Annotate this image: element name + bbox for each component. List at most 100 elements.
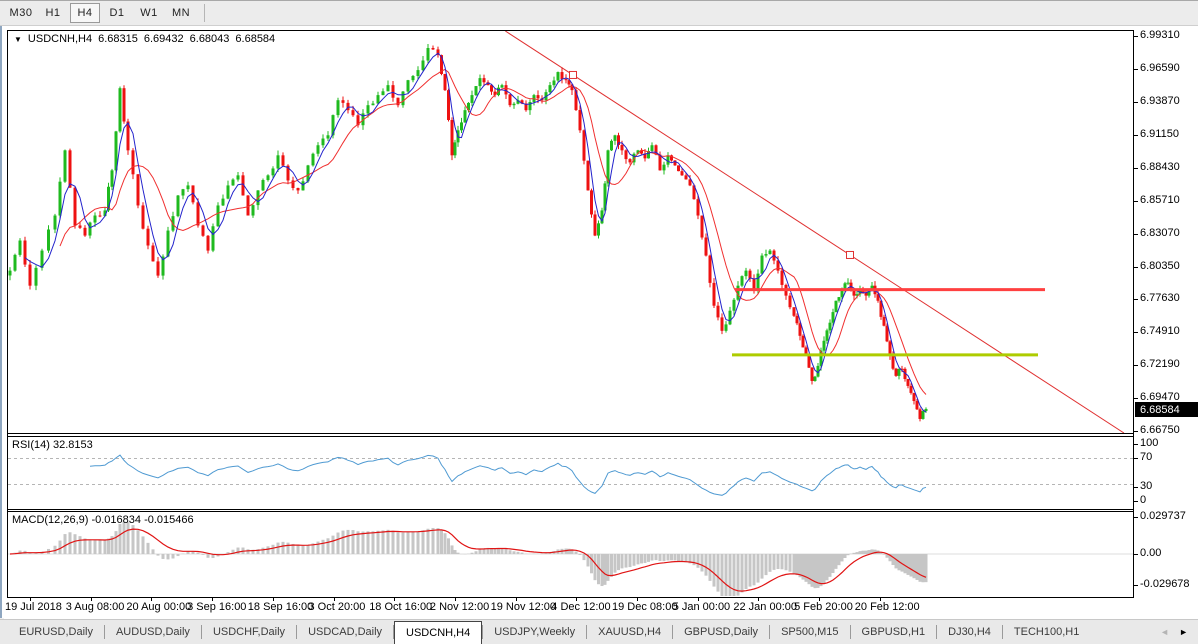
symbol-tab-sp500[interactable]: SP500,M15	[770, 620, 849, 644]
price-axis-label: 6.88430	[1140, 161, 1180, 173]
indicator-axis-tick	[1133, 585, 1138, 586]
price-axis-label: 6.74910	[1140, 325, 1180, 337]
time-axis-label: 4 Dec 12:00	[551, 601, 610, 613]
time-axis-tick	[698, 597, 699, 601]
chart-frame-top	[7, 30, 1134, 31]
chart-dropdown-icon[interactable]: ▼	[14, 35, 22, 44]
ohlc-open: 6.68315	[98, 33, 138, 45]
timeframe-button-h4[interactable]: H4	[70, 3, 100, 23]
tab-scroll-left-icon[interactable]: ◄	[1160, 627, 1169, 637]
time-axis-label: 2 Nov 12:00	[430, 601, 489, 613]
indicator-axis-tick	[1133, 501, 1138, 502]
time-axis-tick	[334, 597, 335, 601]
symbol-tab-usdcnh[interactable]: USDCNH,H4	[394, 621, 482, 644]
symbol-tab-xauusd[interactable]: XAUUSD,H4	[587, 620, 672, 644]
symbol-tab-dj30[interactable]: DJ30,H4	[937, 620, 1002, 644]
symbol-tab-gbpusd[interactable]: GBPUSD,Daily	[673, 620, 769, 644]
time-axis-label: 3 Oct 20:00	[309, 601, 366, 613]
time-axis-tick	[273, 597, 274, 601]
timeframe-button-w1[interactable]: W1	[134, 3, 164, 23]
price-axis-tick	[1133, 234, 1138, 235]
time-axis-label: 19 Jul 2018	[5, 601, 62, 613]
price-axis-label: 6.72190	[1140, 358, 1180, 370]
macd-label: MACD(12,26,9) -0.016834 -0.015466	[12, 514, 194, 526]
rsi-panel[interactable]	[8, 437, 1133, 509]
toolbar-separator	[204, 4, 205, 22]
time-axis-tick	[394, 597, 395, 601]
time-axis-tick	[455, 597, 456, 601]
rsi-label: RSI(14) 32.8153	[12, 439, 93, 451]
symbol-tab-usdchf[interactable]: USDCHF,Daily	[202, 620, 296, 644]
indicator-axis-tick	[1133, 458, 1138, 459]
price-axis-tick	[1133, 102, 1138, 103]
time-axis[interactable]: 19 Jul 20183 Aug 08:0020 Aug 00:003 Sep …	[4, 598, 1134, 619]
time-axis-tick	[91, 597, 92, 601]
price-axis-tick	[1133, 299, 1138, 300]
time-axis-tick	[516, 597, 517, 601]
timeframe-button-m30[interactable]: M30	[6, 3, 36, 23]
symbol-tab-usdcad[interactable]: USDCAD,Daily	[297, 620, 393, 644]
price-axis-label: 6.66750	[1140, 424, 1180, 436]
price-axis-label: 6.83070	[1140, 227, 1180, 239]
timeframe-button-h1[interactable]: H1	[38, 3, 68, 23]
chart-title: ▼ USDCNH,H4 6.68315 6.69432 6.68043 6.68…	[14, 33, 275, 45]
trading-terminal-window: M30H1H4D1W1MN ▼ USDCNH,H4 6.68315 6.6943…	[0, 0, 1198, 644]
indicator-axis-label: 0.00	[1140, 547, 1161, 559]
indicator-axis-label: 70	[1140, 451, 1152, 463]
time-axis-label: 18 Sep 16:00	[248, 601, 313, 613]
time-axis-tick	[576, 597, 577, 601]
price-axis-label: 6.91150	[1140, 128, 1179, 140]
rsi-macd-separator[interactable]	[7, 509, 1134, 510]
time-axis-label: 5 Feb 20:00	[794, 601, 853, 613]
chart-frame-left	[7, 30, 8, 598]
timeframe-button-mn[interactable]: MN	[166, 3, 196, 23]
indicator-axis-label: 0	[1140, 494, 1146, 506]
price-axis-tick	[1133, 69, 1138, 70]
symbol-tab-gbpusd[interactable]: GBPUSD,H1	[851, 620, 937, 644]
price-axis-tick	[1133, 135, 1138, 136]
ohlc-low: 6.68043	[190, 33, 230, 45]
price-axis-label: 6.93870	[1140, 95, 1180, 107]
price-axis-label: 6.80350	[1140, 260, 1180, 272]
tab-scroll-controls: ◄►	[1160, 620, 1198, 644]
symbol-tab-usdjpy[interactable]: USDJPY,Weekly	[483, 620, 586, 644]
tab-scroll-right-icon[interactable]: ►	[1179, 627, 1188, 637]
ohlc-high: 6.69432	[144, 33, 184, 45]
price-axis[interactable]: 6.993106.965906.938706.911506.884306.857…	[1134, 27, 1198, 619]
price-axis-label: 6.99310	[1140, 29, 1180, 41]
price-axis-tick	[1133, 201, 1138, 202]
indicator-axis-label: -0.029678	[1140, 578, 1190, 590]
time-axis-label: 18 Oct 16:00	[369, 601, 432, 613]
price-axis-tick	[1133, 267, 1138, 268]
time-axis-tick	[880, 597, 881, 601]
time-axis-label: 5 Jan 00:00	[673, 601, 731, 613]
time-axis-tick	[637, 597, 638, 601]
indicator-axis-label: 0.029737	[1140, 510, 1186, 522]
price-axis-tick	[1133, 168, 1138, 169]
price-axis-label: 6.77630	[1140, 292, 1180, 304]
symbol-tab-bar: EURUSD,DailyAUDUSD,DailyUSDCHF,DailyUSDC…	[0, 619, 1198, 644]
ohlc-close: 6.68584	[235, 33, 275, 45]
time-axis-label: 3 Aug 08:00	[66, 601, 125, 613]
price-axis-tick	[1133, 431, 1138, 432]
trendline-handle	[570, 71, 577, 78]
indicator-axis-tick	[1133, 444, 1138, 445]
symbol-tab-eurusd[interactable]: EURUSD,Daily	[8, 620, 104, 644]
trendline-handle	[847, 251, 854, 258]
main-chart[interactable]	[8, 31, 1133, 433]
price-axis-tick	[1133, 332, 1138, 333]
indicator-axis-label: 30	[1140, 480, 1152, 492]
current-price-badge: 6.68584	[1135, 402, 1198, 417]
symbol-tab-audusd[interactable]: AUDUSD,Daily	[105, 620, 201, 644]
timeframe-button-d1[interactable]: D1	[102, 3, 132, 23]
symbol-tab-tech100[interactable]: TECH100,H1	[1003, 620, 1090, 644]
time-axis-tick	[30, 597, 31, 601]
main-rsi-separator[interactable]	[7, 433, 1134, 434]
indicator-axis-label: 100	[1140, 437, 1158, 449]
price-axis-label: 6.85710	[1140, 194, 1180, 206]
rsi-panel-top-border	[7, 436, 1134, 437]
indicator-axis-tick	[1133, 517, 1138, 518]
indicator-axis-tick	[1133, 554, 1138, 555]
time-axis-label: 19 Nov 12:00	[491, 601, 556, 613]
price-axis-tick	[1133, 398, 1138, 399]
